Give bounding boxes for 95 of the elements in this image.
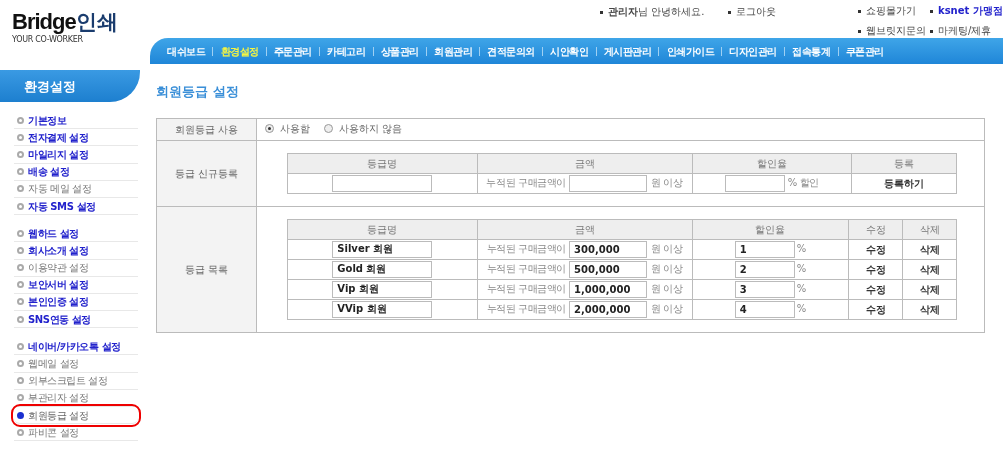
sidebar-item[interactable]: SNS연동 설정 <box>14 311 138 329</box>
field-label: % <box>796 283 806 294</box>
bullet-icon <box>17 315 24 323</box>
bullet-icon <box>858 9 861 13</box>
bullet-icon <box>17 185 24 193</box>
field-label: 누적된 구매금액이 <box>486 303 567 314</box>
field-label: 원 이상 <box>651 283 683 294</box>
sidebar-title: 환경설정 <box>0 70 140 102</box>
discount-rate-field[interactable] <box>724 174 785 192</box>
sidebar-item[interactable]: 전자결제 설정 <box>14 129 138 147</box>
bullet-icon <box>17 202 24 210</box>
discount-rate-field[interactable]: 1 <box>734 240 795 258</box>
bullet-icon <box>17 229 24 237</box>
field-label: % <box>796 303 806 314</box>
row-label: 등급 목록 <box>184 263 229 275</box>
bullet-icon <box>17 411 24 419</box>
sidebar-item[interactable]: 부관리자 설정 <box>14 389 138 407</box>
bullet-icon <box>728 10 732 14</box>
sidebar-item[interactable]: 보안서버 설정 <box>14 276 138 294</box>
radio-option[interactable]: 사용함 <box>265 121 310 136</box>
column-header: 등록 <box>894 157 915 169</box>
sidebar-item[interactable]: 자동 메일 설정 <box>14 180 138 198</box>
bullet-icon <box>17 394 24 402</box>
column-header: 할인율 <box>755 223 786 235</box>
bullet-icon <box>858 29 861 33</box>
sidebar-item[interactable]: 파비콘 설정 <box>14 424 138 442</box>
logout-link[interactable]: 로그아웃 <box>736 6 777 17</box>
bullet-icon <box>17 246 24 254</box>
quick-link[interactable]: 마케팅/제휴 <box>938 25 992 36</box>
column-header: 금액 <box>574 223 595 235</box>
amount-field[interactable]: 500,000 <box>569 260 648 278</box>
column-header: 등급명 <box>367 223 398 235</box>
bullet-icon <box>17 150 24 158</box>
field-label: 누적된 구매금액이 <box>486 263 567 274</box>
field-label: 원 이상 <box>651 303 683 314</box>
field-label: % 할인 <box>787 177 819 188</box>
grade-name-field[interactable]: Gold 회원 <box>332 260 433 278</box>
bullet-icon <box>17 360 24 368</box>
field-label: 누적된 구매금액이 <box>486 243 567 254</box>
quick-link[interactable]: ksnet 가맹점 <box>938 5 1003 16</box>
column-header: 금액 <box>574 157 595 169</box>
row-label: 회원등급 사용 <box>174 123 239 135</box>
bullet-icon <box>17 428 24 436</box>
sidebar-item[interactable]: 웹하드 설정 <box>14 225 138 243</box>
field-label: 누적된 구매금액이 <box>486 177 567 188</box>
bullet-icon <box>17 377 24 385</box>
amount-field[interactable]: 2,000,000 <box>569 300 648 318</box>
bullet-icon <box>930 9 933 13</box>
sidebar-item[interactable]: 외부스크립트 설정 <box>14 372 138 390</box>
bullet-icon <box>600 10 603 14</box>
field-label: 원 이상 <box>651 263 683 274</box>
amount-field[interactable]: 300,000 <box>569 240 648 258</box>
bullet-icon <box>17 298 24 306</box>
field-label: 원 이상 <box>651 177 683 188</box>
radio-option[interactable]: 사용하지 않음 <box>324 121 403 136</box>
grade-name-field[interactable]: VVip 회원 <box>332 300 433 318</box>
discount-rate-field[interactable]: 4 <box>734 300 795 318</box>
bullet-icon <box>17 116 24 124</box>
field-label: 누적된 구매금액이 <box>486 283 567 294</box>
sidebar-item[interactable]: 회원등급 설정 <box>14 407 138 425</box>
discount-rate-field[interactable]: 3 <box>734 280 795 298</box>
sidebar-item[interactable]: 네이버/카카오톡 설정 <box>14 338 138 356</box>
sidebar-item[interactable]: 배송 설정 <box>14 163 138 181</box>
bullet-icon <box>930 29 933 33</box>
grade-name-field[interactable] <box>332 174 433 192</box>
row-label: 등급 신규등록 <box>174 167 239 179</box>
column-header: 할인율 <box>756 157 787 169</box>
column-header: 수정 <box>865 223 886 235</box>
quick-link[interactable]: 쇼핑몰가기 <box>866 5 916 16</box>
amount-field[interactable] <box>569 174 648 192</box>
sidebar-item[interactable]: 회사소개 설정 <box>14 242 138 260</box>
field-label: % <box>796 263 806 274</box>
bullet-icon <box>17 264 24 272</box>
sidebar-item[interactable]: 기본정보 <box>14 112 138 130</box>
bullet-icon <box>17 133 24 141</box>
bullet-icon <box>17 281 24 289</box>
column-header: 삭제 <box>919 223 940 235</box>
page-title: 회원등급 설정 <box>156 83 240 101</box>
quick-link[interactable]: 웹브릿지문의 <box>866 25 926 36</box>
field-label: 원 이상 <box>651 243 683 254</box>
grade-name-field[interactable]: Silver 회원 <box>332 240 433 258</box>
logo[interactable]: Bridge인쇄 YOUR CO-WORKER <box>12 8 118 44</box>
sidebar-item[interactable]: 마일리지 설정 <box>14 146 138 164</box>
field-label: % <box>796 243 806 254</box>
grade-name-field[interactable]: Vip 회원 <box>332 280 433 298</box>
discount-rate-field[interactable]: 2 <box>734 260 795 278</box>
amount-field[interactable]: 1,000,000 <box>569 280 648 298</box>
sidebar-item[interactable]: 이용약관 설정 <box>14 259 138 277</box>
sidebar-item[interactable]: 웹메일 설정 <box>14 355 138 373</box>
bullet-icon <box>17 168 24 176</box>
sidebar-item[interactable]: 본인인증 설정 <box>14 293 138 312</box>
greeting-text: 관리자님 안녕하세요. <box>608 6 705 17</box>
sidebar-item[interactable]: 자동 SMS 설정 <box>14 197 138 216</box>
column-header: 등급명 <box>367 157 398 169</box>
bullet-icon <box>17 342 24 350</box>
